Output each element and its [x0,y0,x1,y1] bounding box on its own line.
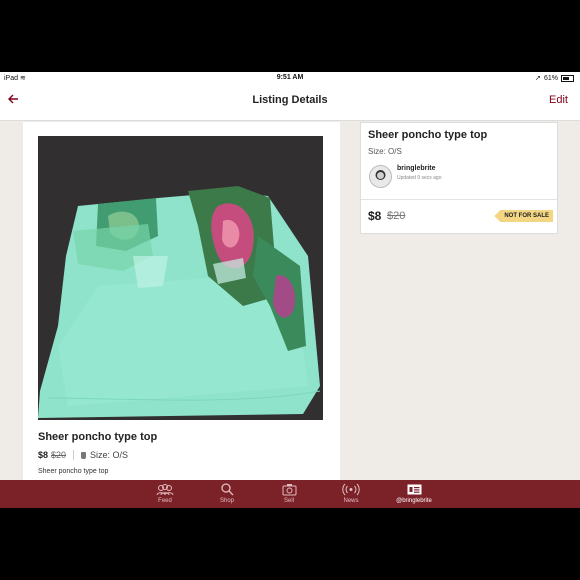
size-tag-icon [81,451,87,459]
listing-original-price: $20 [51,450,67,460]
status-bar: iPad ︎≋ 9:51 AM ➚ 61% [0,72,580,84]
tab-shop[interactable]: Shop [202,483,252,504]
avatar[interactable] [369,165,392,188]
tab-profile[interactable]: @bringlebrite [386,483,442,504]
navigation-bar: Listing Details Edit [0,84,580,121]
tab-sell-label: Sell [283,498,294,504]
tab-news-label: News [343,498,359,504]
listing-card: Sheer poncho type top $8 $20 Size: O/S S… [23,122,340,482]
page-title: Listing Details [252,94,328,106]
listing-size: Size: O/S [90,450,129,460]
edit-button[interactable]: Edit [549,94,568,106]
location-icon: ➚ [535,75,541,82]
not-for-sale-badge: NOT FOR SALE [494,210,553,222]
battery-percent: 61% [543,74,558,82]
broadcast-icon [326,483,376,496]
tab-feed-label: Feed [158,498,172,504]
tab-profile-label: @bringlebrite [396,498,432,504]
tab-sell[interactable]: Sell [264,483,314,504]
summary-divider [361,199,557,200]
search-icon [202,483,252,496]
profile-card-icon [386,483,442,496]
updated-time: Updated 9 secs ago [397,175,442,181]
listing-price: $8 [38,450,49,460]
tab-news[interactable]: News [326,483,376,504]
meta-divider [73,450,75,460]
status-time: 9:51 AM [276,74,304,81]
tab-bar: Feed Shop Sell News @bringlebrite [0,480,580,508]
summary-size: Size: O/S [368,147,402,156]
tab-feed[interactable]: Feed [140,483,190,504]
people-icon [140,483,190,496]
listing-meta: $8 $20 Size: O/S [38,450,128,460]
app-screen: iPad ︎≋ 9:51 AM ➚ 61% Listing Details Ed… [0,72,580,508]
seller-username[interactable]: bringlebrite [397,165,436,172]
camera-icon [264,483,314,496]
summary-original-price: $20 [387,210,406,222]
summary-title: Sheer poncho type top [368,129,488,141]
listing-title: Sheer poncho type top [38,431,158,443]
listing-description: Sheer poncho type top [38,468,109,475]
status-right: ➚ 61% [535,74,574,82]
tab-shop-label: Shop [219,498,234,504]
summary-price: $8 [368,209,382,223]
listing-photo[interactable] [38,136,323,420]
battery-icon [561,74,574,82]
listing-summary-card: Sheer poncho type top Size: O/S bringleb… [360,122,558,234]
